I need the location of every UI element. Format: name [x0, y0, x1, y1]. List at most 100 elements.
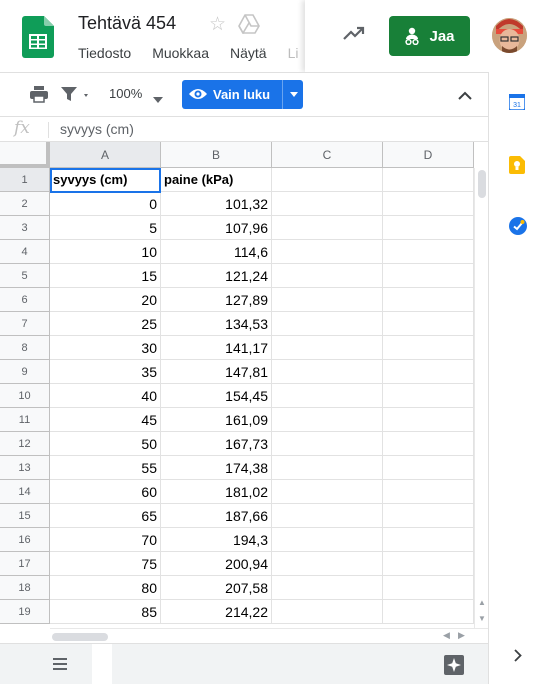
grid-cell[interactable]: 134,53	[161, 312, 272, 336]
grid-cell[interactable]: 30	[50, 336, 161, 360]
grid-cell[interactable]	[383, 264, 474, 288]
row-header[interactable]: 13	[0, 456, 50, 480]
grid-cell[interactable]: 65	[50, 504, 161, 528]
star-icon[interactable]: ☆	[209, 13, 226, 36]
grid-cell[interactable]	[272, 432, 383, 456]
row-header[interactable]: 17	[0, 552, 50, 576]
grid-cell[interactable]	[272, 576, 383, 600]
grid-cell[interactable]	[272, 456, 383, 480]
row-header[interactable]: 18	[0, 576, 50, 600]
grid-cell[interactable]: 25	[50, 312, 161, 336]
grid-cell[interactable]	[383, 168, 474, 192]
grid-cell[interactable]: 154,45	[161, 384, 272, 408]
grid-cell[interactable]: 207,58	[161, 576, 272, 600]
filter-icon[interactable]	[60, 85, 92, 108]
select-all-corner[interactable]	[0, 142, 50, 168]
row-header[interactable]: 11	[0, 408, 50, 432]
sheet-tab[interactable]	[92, 644, 112, 684]
mode-dropdown-icon[interactable]	[290, 92, 298, 97]
document-title[interactable]: Tehtävä 454	[78, 13, 176, 34]
grid-cell[interactable]	[383, 408, 474, 432]
grid-cell[interactable]: 181,02	[161, 480, 272, 504]
grid-cell[interactable]	[272, 168, 383, 192]
grid-cell[interactable]	[383, 240, 474, 264]
row-header[interactable]: 8	[0, 336, 50, 360]
grid-cell[interactable]: syvyys (cm)	[50, 168, 161, 192]
sheets-logo-icon[interactable]	[22, 16, 54, 58]
grid-cell[interactable]	[383, 480, 474, 504]
row-header[interactable]: 4	[0, 240, 50, 264]
row-header[interactable]: 1	[0, 168, 50, 192]
row-header[interactable]: 10	[0, 384, 50, 408]
grid-cell[interactable]: 20	[50, 288, 161, 312]
grid-cell[interactable]: 214,22	[161, 600, 272, 624]
grid-cell[interactable]	[383, 360, 474, 384]
grid-cell[interactable]: 85	[50, 600, 161, 624]
grid-cell[interactable]	[272, 408, 383, 432]
grid-cell[interactable]	[272, 360, 383, 384]
grid-cell[interactable]: 107,96	[161, 216, 272, 240]
row-header[interactable]: 15	[0, 504, 50, 528]
chevron-up-icon[interactable]	[458, 87, 472, 105]
grid-cell[interactable]: 75	[50, 552, 161, 576]
grid-cell[interactable]	[383, 528, 474, 552]
trending-icon[interactable]	[343, 26, 365, 45]
grid-cell[interactable]	[383, 216, 474, 240]
scroll-right-icon[interactable]: ▶	[458, 630, 465, 641]
formula-input[interactable]: syvyys (cm)	[60, 121, 134, 137]
zoom-select[interactable]: 100%	[109, 86, 142, 101]
scroll-up-icon[interactable]: ▲	[478, 598, 486, 607]
grid-cell[interactable]	[383, 456, 474, 480]
row-header[interactable]: 5	[0, 264, 50, 288]
horizontal-scrollbar[interactable]: ◀ ▶	[50, 628, 488, 643]
grid-cell[interactable]: 45	[50, 408, 161, 432]
sheets-list-icon[interactable]	[53, 657, 67, 675]
chevron-down-icon[interactable]	[153, 90, 163, 108]
grid-cell[interactable]: paine (kPa)	[161, 168, 272, 192]
grid-cell[interactable]	[383, 504, 474, 528]
grid-cell[interactable]	[383, 600, 474, 624]
view-mode-button[interactable]: Vain luku	[182, 80, 303, 109]
grid-cell[interactable]: 50	[50, 432, 161, 456]
grid-cell[interactable]	[272, 312, 383, 336]
drive-move-icon[interactable]	[238, 14, 260, 39]
grid-cell[interactable]: 80	[50, 576, 161, 600]
menu-file[interactable]: Tiedosto	[78, 45, 131, 61]
grid-cell[interactable]: 0	[50, 192, 161, 216]
grid-cell[interactable]: 5	[50, 216, 161, 240]
grid-cell[interactable]	[383, 192, 474, 216]
grid-cell[interactable]	[272, 216, 383, 240]
horizontal-scroll-thumb[interactable]	[52, 633, 108, 641]
print-icon[interactable]	[29, 85, 49, 108]
grid-cell[interactable]: 55	[50, 456, 161, 480]
keep-icon[interactable]	[509, 156, 525, 179]
grid-cell[interactable]: 40	[50, 384, 161, 408]
tasks-icon[interactable]	[509, 217, 527, 240]
column-header-d[interactable]: D	[383, 142, 474, 168]
grid-cell[interactable]: 167,73	[161, 432, 272, 456]
menu-view[interactable]: Näytä	[230, 45, 267, 61]
grid-cell[interactable]: 60	[50, 480, 161, 504]
grid-cell[interactable]: 15	[50, 264, 161, 288]
avatar[interactable]	[492, 18, 527, 53]
vertical-scrollbar[interactable]: ▲ ▼	[474, 168, 488, 628]
grid-cell[interactable]: 127,89	[161, 288, 272, 312]
grid-cell[interactable]	[272, 264, 383, 288]
row-header[interactable]: 6	[0, 288, 50, 312]
grid-cell[interactable]: 35	[50, 360, 161, 384]
explore-icon[interactable]	[444, 655, 464, 680]
grid-cell[interactable]: 141,17	[161, 336, 272, 360]
grid-cell[interactable]	[383, 288, 474, 312]
row-header[interactable]: 7	[0, 312, 50, 336]
scroll-left-icon[interactable]: ◀	[443, 630, 450, 641]
grid-cell[interactable]	[383, 552, 474, 576]
grid-cell[interactable]: 121,24	[161, 264, 272, 288]
grid-cell[interactable]	[383, 312, 474, 336]
grid-cell[interactable]	[272, 480, 383, 504]
grid-cell[interactable]: 194,3	[161, 528, 272, 552]
menu-edit[interactable]: Muokkaa	[152, 45, 209, 61]
row-header[interactable]: 12	[0, 432, 50, 456]
calendar-icon[interactable]: 31	[508, 93, 526, 115]
grid-cell[interactable]	[272, 288, 383, 312]
grid-cell[interactable]	[272, 192, 383, 216]
